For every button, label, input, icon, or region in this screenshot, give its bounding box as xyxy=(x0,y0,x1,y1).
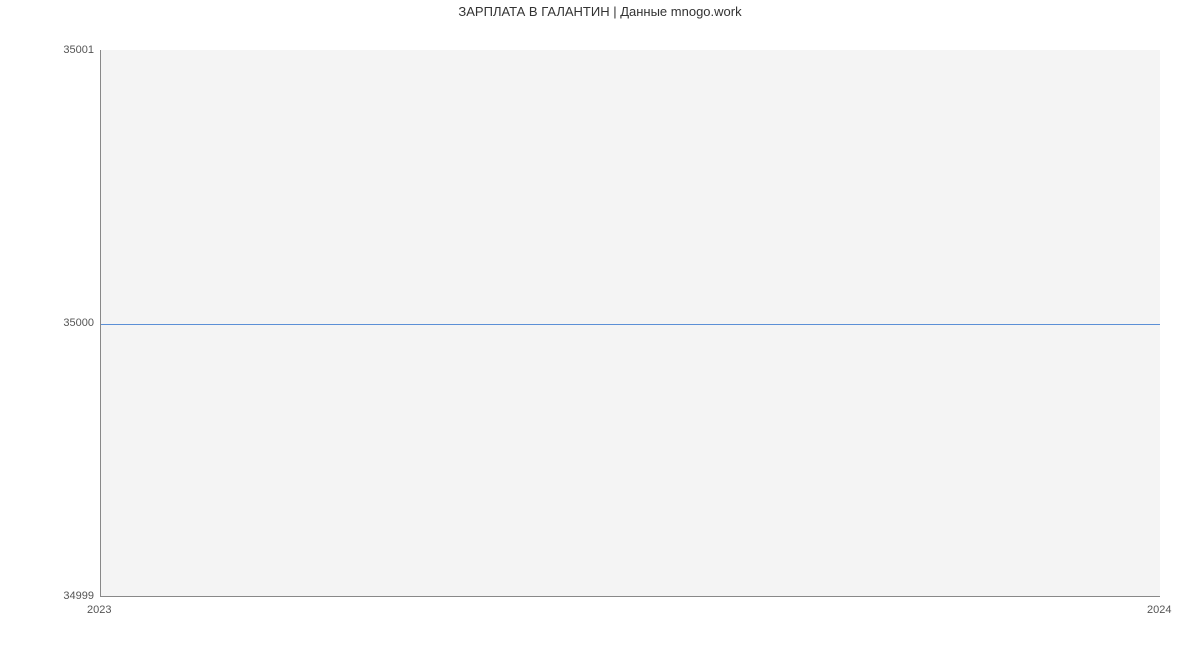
x-tick-right: 2024 xyxy=(1147,605,1171,616)
plot-area xyxy=(100,50,1160,597)
y-tick-top: 35001 xyxy=(63,45,94,56)
y-tick-bot: 34999 xyxy=(63,591,94,602)
salary-line xyxy=(101,324,1160,325)
x-tick-left: 2023 xyxy=(87,605,111,616)
chart-title: ЗАРПЛАТА В ГАЛАНТИН | Данные mnogo.work xyxy=(0,0,1200,19)
y-tick-mid: 35000 xyxy=(63,318,94,329)
chart-area: 35001 35000 34999 2023 2024 xyxy=(100,50,1160,597)
